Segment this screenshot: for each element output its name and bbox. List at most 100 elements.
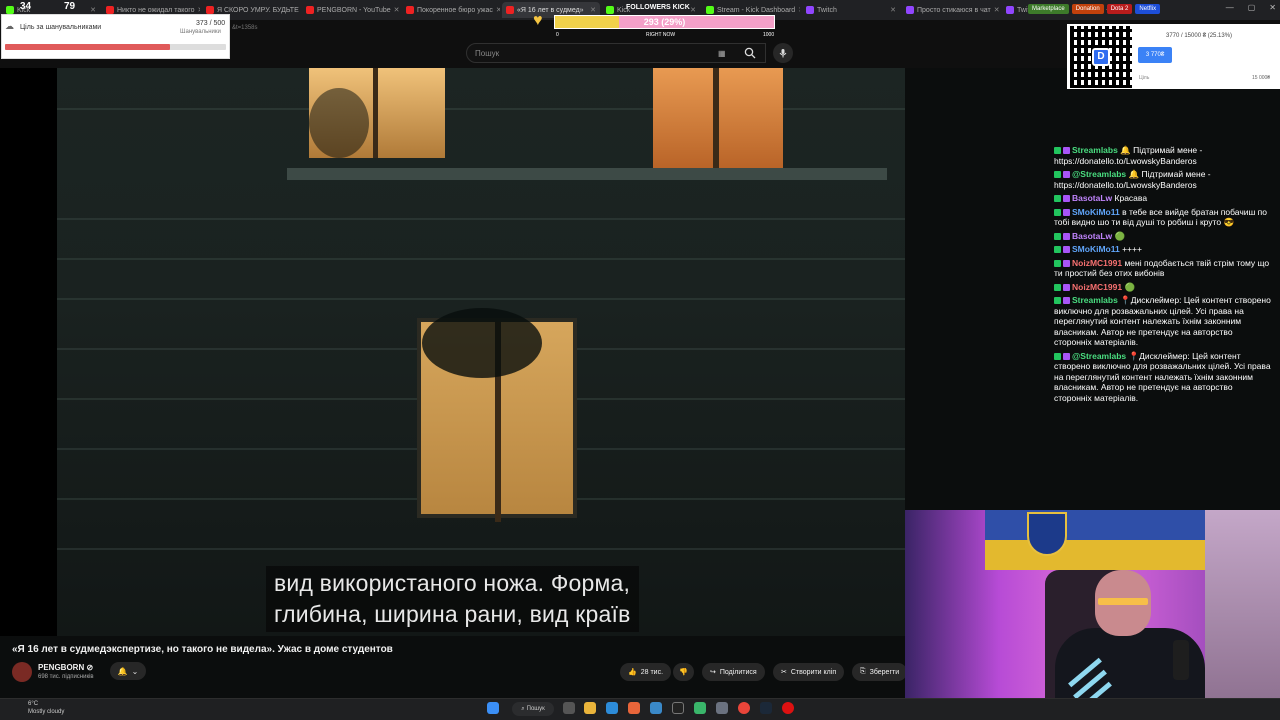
chat-message: Streamlabs 🔔 Підтримай мене - https://do… — [1054, 145, 1272, 166]
browser-tab[interactable]: Twitch ✕ — [802, 2, 900, 18]
chrome-icon[interactable] — [738, 702, 750, 714]
browser-tab[interactable]: Просто стикаюся в чат ✕ — [902, 2, 1000, 18]
chat-username[interactable]: Streamlabs — [1072, 145, 1118, 155]
tree-branches — [309, 88, 369, 158]
close-tab-icon[interactable]: ✕ — [690, 6, 696, 14]
goal-progress-fill — [5, 44, 170, 50]
subscriber-badge-icon — [1063, 232, 1070, 240]
thumbs-down-icon: 👎 — [679, 669, 688, 676]
task-view-icon[interactable] — [563, 702, 575, 714]
close-icon[interactable]: ✕ — [1269, 3, 1276, 12]
chat-message: NoizMC1991 мені подобається твій стрім т… — [1054, 258, 1272, 279]
taskbar-search-label: Пошук — [526, 706, 545, 712]
window-mullion — [373, 68, 378, 158]
subscriber-badge-icon — [1063, 171, 1070, 178]
voice-search-button[interactable] — [773, 43, 793, 63]
app-icon[interactable] — [782, 702, 794, 714]
youtube-icon — [206, 6, 214, 14]
app-icon[interactable] — [716, 702, 728, 714]
close-tab-icon[interactable]: ✕ — [198, 6, 200, 14]
close-tab-icon[interactable]: ✕ — [394, 6, 400, 14]
subscriber-badge-icon — [1063, 246, 1070, 253]
donation-amount: 3 770₴ — [1138, 47, 1172, 63]
subtitle-line: вид використаного ножа. Форма, — [274, 570, 631, 596]
close-tab-icon[interactable]: ✕ — [90, 6, 96, 14]
save-icon: ⎘ — [860, 668, 866, 675]
chat-username[interactable]: SMoKiMo11 — [1072, 244, 1120, 254]
bookmark-item[interactable]: Marketplace — [1028, 4, 1069, 14]
close-tab-icon[interactable]: ✕ — [496, 6, 500, 14]
twitch-icon — [1006, 6, 1014, 14]
dislike-button[interactable]: 👎 — [673, 663, 694, 681]
save-button[interactable]: ⎘ Зберегти — [852, 663, 908, 681]
browser-tab[interactable]: PENGBORN - YouTube ✕ — [302, 2, 400, 18]
file-explorer-icon[interactable] — [584, 702, 596, 714]
chat-username[interactable]: NoizMC1991 — [1072, 282, 1122, 292]
kick-icon — [6, 6, 14, 14]
verified-icon: ⊘ — [86, 663, 94, 672]
bookmark-item[interactable]: Donation — [1071, 4, 1104, 14]
tree-branches — [422, 308, 542, 378]
video-player[interactable] — [57, 68, 905, 636]
telegram-icon[interactable] — [650, 702, 662, 714]
counter-right: 79 — [64, 1, 76, 12]
chat-username[interactable]: @Streamlabs — [1072, 351, 1126, 361]
close-tab-icon[interactable]: ✕ — [798, 6, 800, 14]
start-icon[interactable] — [487, 702, 499, 714]
subscriber-badge-icon — [1063, 147, 1070, 154]
firefox-icon[interactable] — [628, 702, 640, 714]
bell-icon: 🔔 — [117, 666, 128, 676]
chat-message: @Streamlabs 📍Дисклеймер: Цей контент ств… — [1054, 351, 1272, 404]
bookmark-item[interactable]: Netflix — [1135, 4, 1161, 14]
counter-left: 34 — [20, 1, 32, 12]
close-tab-icon[interactable]: ✕ — [890, 6, 896, 14]
youtube-icon — [306, 6, 314, 14]
chat-username[interactable]: @Streamlabs — [1072, 169, 1126, 179]
chat-username[interactable]: Streamlabs — [1072, 295, 1118, 305]
tab-label: Stream - Kick Dashboard — [717, 6, 796, 14]
like-button[interactable]: 👍 28 тис. — [620, 663, 672, 681]
share-button[interactable]: ↪ Поділитися — [702, 663, 765, 681]
kick-badge-icon — [1054, 232, 1061, 240]
close-tab-icon[interactable]: ✕ — [994, 6, 1000, 14]
browser-tab[interactable]: Покоренное бюро ужас ✕ — [402, 2, 500, 18]
chat-message: SMoKiMo11 в тебе все вийде братан побачи… — [1054, 207, 1272, 228]
windows-taskbar — [0, 698, 1280, 720]
app-icon[interactable] — [694, 702, 706, 714]
chat-username[interactable]: BasotaLw — [1072, 231, 1112, 241]
share-label: Поділитися — [719, 668, 757, 676]
search-button[interactable] — [737, 43, 763, 63]
chat-username[interactable]: NoizMC1991 — [1072, 258, 1122, 268]
video-subtitles: вид використаного ножа. Форма, глибина, … — [266, 566, 639, 632]
tab-label: Никто не ожидал такого — [117, 6, 195, 14]
glasses — [1098, 598, 1148, 605]
maximize-icon[interactable]: ▢ — [1248, 3, 1256, 12]
subscriber-badge-icon — [1063, 208, 1070, 216]
keyboard-icon[interactable]: ▦ — [718, 49, 726, 58]
edge-icon[interactable] — [606, 702, 618, 714]
chat-username[interactable]: SMoKiMo11 — [1072, 207, 1120, 217]
obs-icon[interactable] — [672, 702, 684, 714]
kick-min-label: 0 — [556, 32, 559, 38]
minimize-icon[interactable]: — — [1226, 3, 1234, 12]
subscriber-badge-icon — [1063, 283, 1070, 291]
close-tab-icon[interactable]: ✕ — [590, 6, 596, 14]
channel-avatar[interactable] — [12, 662, 32, 682]
bookmark-item[interactable]: Dota 2 — [1106, 4, 1133, 14]
chat-message: BasotaLw 🟢 — [1054, 231, 1272, 242]
chat-message: BasotaLw Красава — [1054, 193, 1272, 204]
steam-icon[interactable] — [760, 702, 772, 714]
subscriber-badge-icon — [1063, 195, 1070, 202]
taskbar-search[interactable]: ⌕ Пошук — [512, 702, 554, 716]
weather-temp: 6°C — [28, 701, 39, 707]
share-icon: ↪ — [710, 669, 716, 676]
clip-button[interactable]: ✂ Створити кліп — [773, 663, 845, 681]
weather-widget[interactable]: 6°C Mostly cloudy — [6, 700, 64, 716]
kick-mid-label: RIGHT NOW — [646, 32, 676, 38]
thumbs-up-icon: 👍 — [628, 669, 637, 676]
channel-name[interactable]: PENGBORN ⊘ — [38, 663, 93, 672]
chat-username[interactable]: BasotaLw — [1072, 193, 1112, 203]
siding-line — [57, 218, 905, 220]
notification-bell-button[interactable]: 🔔 ⌄ — [110, 662, 146, 680]
flag-banner — [985, 510, 1205, 570]
